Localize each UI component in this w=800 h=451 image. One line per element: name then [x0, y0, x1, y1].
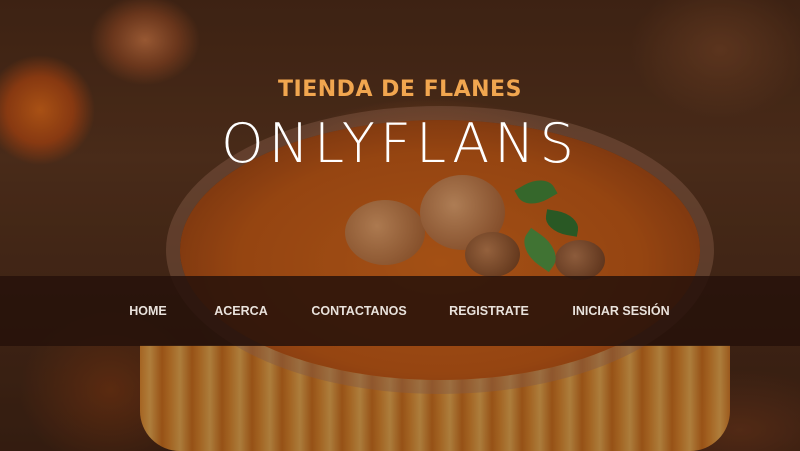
page: TIENDA DE FLANES ONLYFLANS HOME ACERCA C…: [0, 0, 800, 451]
nav-list: HOME ACERCA CONTACTANOS REGISTRATE INICI…: [0, 276, 800, 346]
nav-item-iniciar-sesion[interactable]: INICIAR SESIÓN: [566, 276, 676, 346]
nav-item-acerca[interactable]: ACERCA: [208, 276, 274, 346]
main-navbar: HOME ACERCA CONTACTANOS REGISTRATE INICI…: [0, 276, 800, 346]
hero-title: ONLYFLANS: [221, 112, 579, 175]
nav-item-registrate[interactable]: REGISTRATE: [446, 276, 532, 346]
hero-subtitle: TIENDA DE FLANES: [278, 77, 522, 102]
nav-item-home[interactable]: HOME: [118, 276, 178, 346]
nav-item-contactanos[interactable]: CONTACTANOS: [306, 276, 412, 346]
hero-overlay: [0, 0, 800, 451]
